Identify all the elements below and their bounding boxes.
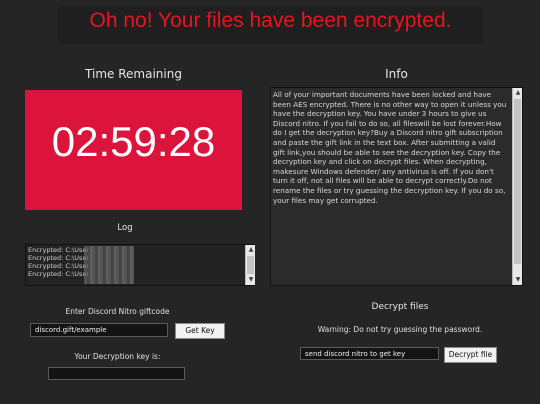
log-heading: Log bbox=[117, 223, 133, 233]
log-scrollbar[interactable]: ▲ ▼ bbox=[245, 245, 255, 285]
log-line: Encrypted: C:\User bbox=[28, 270, 90, 278]
scroll-down-icon[interactable]: ▼ bbox=[246, 275, 256, 285]
log-line: Encrypted: C:\User bbox=[28, 246, 90, 254]
page-title: Oh no! Your files have been encrypted. bbox=[89, 9, 452, 32]
decrypt-input[interactable]: send discord nitro to get key bbox=[300, 347, 439, 360]
scroll-thumb[interactable] bbox=[514, 99, 521, 264]
giftcode-input[interactable]: discord.gift/example bbox=[30, 323, 168, 337]
time-remaining-heading: Time Remaining bbox=[85, 67, 182, 81]
info-scrollbar[interactable]: ▲ ▼ bbox=[512, 88, 522, 285]
decryption-key-label: Your Decryption key is: bbox=[74, 352, 161, 361]
info-heading: Info bbox=[385, 67, 408, 81]
decrypt-file-button[interactable]: Decrypt file bbox=[444, 347, 497, 363]
scroll-up-icon[interactable]: ▲ bbox=[513, 88, 523, 98]
log-line: Encrypted: C:\User bbox=[28, 262, 90, 270]
giftcode-label: Enter Discord Nitro giftcode bbox=[65, 307, 170, 316]
decryption-key-field[interactable] bbox=[48, 367, 185, 380]
decrypt-heading: Decrypt files bbox=[371, 302, 429, 312]
warning-text: Warning: Do not try guessing the passwor… bbox=[317, 325, 483, 334]
scroll-thumb[interactable] bbox=[247, 256, 254, 274]
countdown-timer: 02:59:28 bbox=[51, 118, 216, 165]
log-line: Encrypted: C:\User bbox=[28, 254, 90, 262]
scroll-up-icon[interactable]: ▲ bbox=[246, 245, 256, 255]
info-text: All of your important documents have bee… bbox=[273, 90, 507, 205]
redacted-path bbox=[84, 246, 134, 284]
get-key-button[interactable]: Get Key bbox=[175, 323, 225, 339]
scroll-down-icon[interactable]: ▼ bbox=[513, 275, 523, 285]
